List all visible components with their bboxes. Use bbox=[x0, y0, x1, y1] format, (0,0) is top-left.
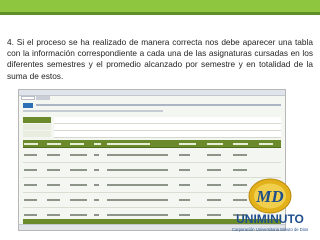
uniminuto-logo-icon: MD UNIMINUTO Corporación Universitaria M… bbox=[232, 178, 308, 232]
student-info-panel bbox=[23, 116, 281, 138]
table-cell bbox=[69, 192, 93, 208]
table-cell bbox=[92, 147, 106, 163]
table-cell bbox=[92, 177, 106, 193]
info-label bbox=[23, 131, 51, 137]
portal-breadcrumb bbox=[23, 110, 163, 112]
info-value bbox=[54, 130, 281, 138]
instruction-text: 4. Si el proceso se ha realizado de mane… bbox=[7, 37, 313, 81]
column-header bbox=[46, 140, 70, 148]
slide-top-band bbox=[0, 0, 320, 12]
table-cell bbox=[23, 147, 47, 163]
browser-toolbar bbox=[19, 90, 285, 96]
column-header bbox=[231, 140, 258, 148]
info-value bbox=[54, 116, 281, 124]
browser-tabs bbox=[21, 96, 50, 100]
column-header bbox=[92, 140, 106, 148]
table-cell bbox=[69, 147, 93, 163]
table-cell bbox=[23, 177, 47, 193]
column-header bbox=[105, 140, 178, 148]
column-header bbox=[177, 140, 207, 148]
info-row bbox=[23, 123, 281, 131]
table-cell bbox=[92, 192, 106, 208]
browser-tab[interactable] bbox=[21, 96, 35, 100]
table-cell bbox=[177, 192, 207, 208]
brand-name: UNIMINUTO bbox=[236, 212, 304, 226]
column-header bbox=[23, 140, 47, 148]
table-cell bbox=[105, 177, 178, 193]
table-header-row bbox=[23, 140, 281, 148]
column-header bbox=[69, 140, 93, 148]
table-cell bbox=[105, 192, 178, 208]
table-cell bbox=[177, 177, 207, 193]
table-cell bbox=[46, 177, 70, 193]
portal-logo bbox=[23, 102, 33, 108]
portal-header bbox=[23, 102, 281, 108]
table-cell bbox=[46, 147, 70, 163]
table-cell bbox=[69, 162, 93, 178]
table-cell bbox=[206, 147, 232, 163]
table-cell bbox=[177, 162, 207, 178]
table-row bbox=[23, 147, 281, 163]
info-label bbox=[23, 124, 51, 130]
info-row bbox=[23, 116, 281, 124]
table-cell bbox=[92, 162, 106, 178]
table-cell bbox=[177, 147, 207, 163]
info-label bbox=[23, 117, 51, 123]
info-row bbox=[23, 130, 281, 138]
table-cell bbox=[231, 147, 258, 163]
column-header bbox=[257, 140, 281, 148]
browser-tab[interactable] bbox=[36, 96, 50, 100]
uniminuto-logo: MD UNIMINUTO Corporación Universitaria M… bbox=[224, 176, 316, 234]
table-cell bbox=[46, 162, 70, 178]
table-cell bbox=[46, 192, 70, 208]
table-cell bbox=[257, 147, 281, 163]
logo-letters: MD bbox=[255, 187, 283, 206]
table-cell bbox=[69, 177, 93, 193]
brand-tagline: Corporación Universitaria Minuto de Dios bbox=[232, 227, 308, 232]
info-value bbox=[54, 123, 281, 131]
table-cell bbox=[105, 147, 178, 163]
table-cell bbox=[23, 162, 47, 178]
table-cell bbox=[105, 162, 178, 178]
column-header bbox=[206, 140, 232, 148]
table-cell bbox=[23, 192, 47, 208]
portal-header-line bbox=[36, 104, 281, 106]
slide-top-band-shadow bbox=[0, 12, 320, 15]
